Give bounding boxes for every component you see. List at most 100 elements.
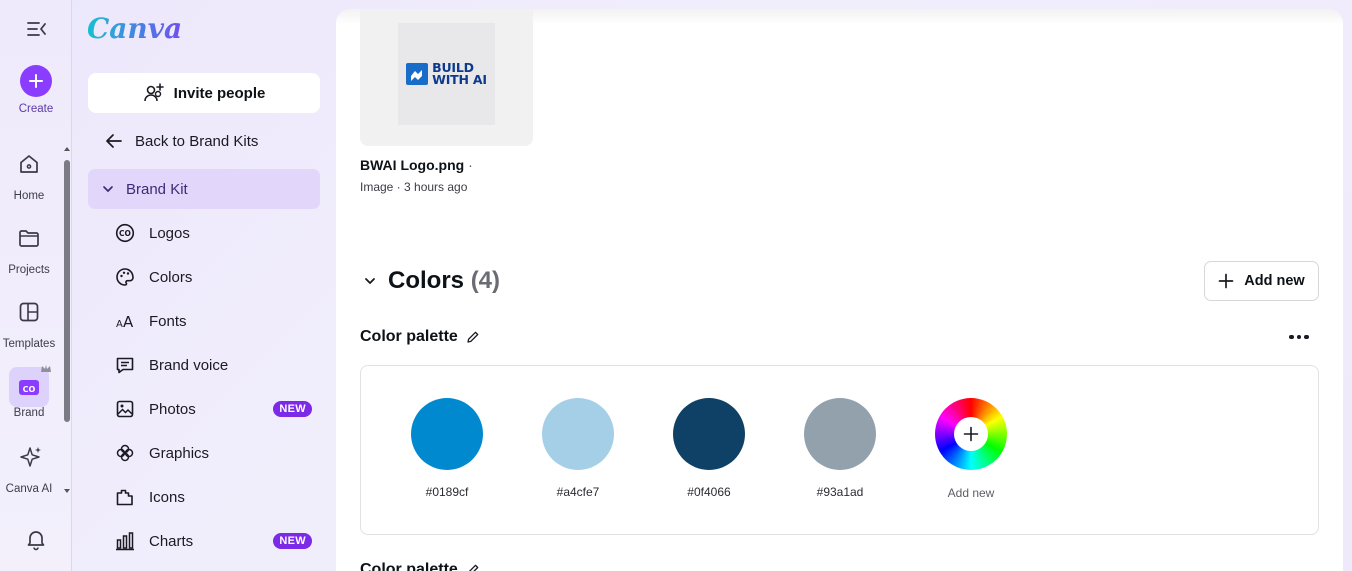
scroll-up-icon[interactable] — [63, 146, 71, 152]
bell-icon — [27, 531, 45, 551]
chevron-down-icon — [103, 186, 113, 193]
sidebar-item-icons[interactable]: Icons — [115, 483, 320, 511]
rail-item-templates[interactable]: Templates — [0, 300, 60, 364]
brand-kit-toggle[interactable]: Brand Kit — [88, 169, 320, 209]
rail-item-label: Templates — [2, 338, 56, 350]
sidebar-item-label: Fonts — [149, 312, 187, 330]
canva-logo[interactable]: Canva — [87, 12, 182, 45]
logo-preview: BUILD WITH AI — [398, 23, 495, 125]
rail-item-home[interactable]: Home — [0, 152, 60, 216]
chevron-down-icon[interactable] — [364, 277, 376, 285]
create-label: Create — [18, 103, 54, 115]
sidebar-item-label: Colors — [149, 268, 193, 286]
swatch-label: #a4cfe7 — [556, 485, 600, 499]
color-swatch[interactable] — [411, 398, 483, 470]
sidebar-item-label: Brand voice — [149, 356, 229, 374]
back-label: Back to Brand Kits — [135, 132, 259, 150]
colors-count: (4) — [470, 267, 501, 294]
sidebar-item-fonts[interactable]: AA Fonts — [115, 307, 320, 335]
colors-title: Colors (4) — [388, 267, 500, 295]
sidebar-item-label: Logos — [149, 224, 190, 242]
swatch-label: #0189cf — [425, 485, 469, 499]
palette-title-text: Color palette — [360, 561, 458, 571]
add-color-swatch[interactable] — [935, 398, 1007, 470]
sidebar-item-label: Photos — [149, 400, 196, 418]
fonts-icon: AA — [115, 311, 135, 331]
sidebar-item-colors[interactable]: Colors — [115, 263, 320, 291]
scroll-down-icon[interactable] — [63, 488, 71, 494]
notifications-button[interactable] — [24, 527, 48, 556]
svg-text:CO: CO — [23, 385, 36, 394]
rail-item-canva-ai[interactable]: Canva AI — [0, 445, 60, 509]
palette-title[interactable]: Color palette — [360, 328, 480, 346]
svg-text:A: A — [116, 319, 123, 330]
color-palette-box: #0189cf #a4cfe7 #0f4066 #93a1ad Add new — [360, 365, 1319, 535]
rail-item-label: Canva AI — [5, 483, 53, 495]
arrow-left-icon — [106, 134, 122, 148]
sidebar-item-logos[interactable]: CO Logos — [115, 219, 320, 247]
folder-icon — [19, 230, 39, 247]
sidebar-item-label: Icons — [149, 488, 185, 506]
templates-icon — [19, 302, 39, 322]
dot — [1304, 334, 1309, 340]
main-panel: BUILD WITH AI BWAI Logo.png · Image · 3 … — [336, 9, 1343, 571]
add-swatch-inner — [954, 417, 988, 451]
chart-icon — [115, 531, 135, 551]
color-swatch[interactable] — [673, 398, 745, 470]
swatch-label: #0f4066 — [687, 485, 731, 499]
palette-more-button[interactable] — [1286, 325, 1312, 349]
svg-text:CO: CO — [119, 229, 131, 238]
add-new-color-button[interactable]: Add new — [1204, 261, 1319, 301]
back-to-brand-kits-link[interactable]: Back to Brand Kits — [105, 128, 258, 154]
dot — [1296, 334, 1302, 340]
bwai-logo: BUILD WITH AI — [406, 61, 487, 87]
graphics-icon — [115, 443, 135, 463]
invite-people-button[interactable]: Invite people — [88, 73, 320, 113]
palette-more-button[interactable] — [1286, 561, 1312, 571]
logo-icon: CO — [115, 223, 135, 243]
rail-scroll-thumb[interactable] — [64, 160, 70, 422]
brand-kit-label: Brand Kit — [126, 180, 188, 198]
plus-icon — [29, 74, 43, 88]
add-new-label: Add new — [1244, 273, 1305, 289]
rail-item-label: Brand — [13, 407, 45, 419]
add-swatch-label: Add new — [947, 486, 995, 500]
palette-title-text: Color palette — [360, 328, 458, 345]
color-swatch[interactable] — [542, 398, 614, 470]
color-swatch[interactable] — [804, 398, 876, 470]
plus-icon — [1218, 273, 1234, 289]
sparkle-icon — [20, 447, 41, 467]
rail-item-projects[interactable]: Projects — [0, 226, 60, 290]
asset-meta: Image · 3 hours ago — [360, 180, 468, 194]
rail-item-label: Home — [13, 190, 45, 202]
sidebar-item-brand-voice[interactable]: Brand voice — [115, 351, 320, 379]
left-rail: Create Home Projects Templates CO Brand … — [0, 0, 72, 571]
brand-sidebar: Canva Invite people Back to Brand Kits B… — [73, 0, 335, 571]
add-people-icon — [143, 83, 164, 102]
asset-name[interactable]: BWAI Logo.png · — [360, 157, 473, 173]
pencil-icon[interactable] — [466, 563, 480, 571]
create-button[interactable] — [20, 65, 52, 97]
collapse-menu-icon[interactable] — [26, 19, 48, 39]
logo-asset-thumbnail[interactable]: BUILD WITH AI — [360, 9, 533, 146]
palette-icon — [115, 267, 135, 287]
dot — [1289, 334, 1294, 340]
rail-scrollbar[interactable] — [62, 146, 72, 500]
palette-title[interactable]: Color palette — [360, 561, 480, 571]
bwai-logo-line2: WITH AI — [432, 72, 487, 87]
icons-icon — [115, 487, 135, 507]
colors-section-header[interactable]: Colors (4) — [364, 267, 500, 295]
crown-icon — [41, 365, 51, 372]
brand-icon: CO — [19, 380, 39, 395]
plus-icon — [963, 426, 979, 442]
sidebar-item-photos[interactable]: Photos NEW — [115, 395, 320, 423]
sidebar-item-label: Graphics — [149, 444, 210, 462]
new-badge: NEW — [273, 533, 312, 549]
brand-voice-icon — [115, 355, 135, 375]
sidebar-item-charts[interactable]: Charts NEW — [115, 527, 320, 555]
photo-icon — [115, 399, 135, 419]
pencil-icon[interactable] — [466, 330, 480, 344]
sidebar-item-graphics[interactable]: Graphics — [115, 439, 320, 467]
swatch-label: #93a1ad — [816, 485, 864, 499]
asset-name-suffix: · — [464, 157, 473, 173]
